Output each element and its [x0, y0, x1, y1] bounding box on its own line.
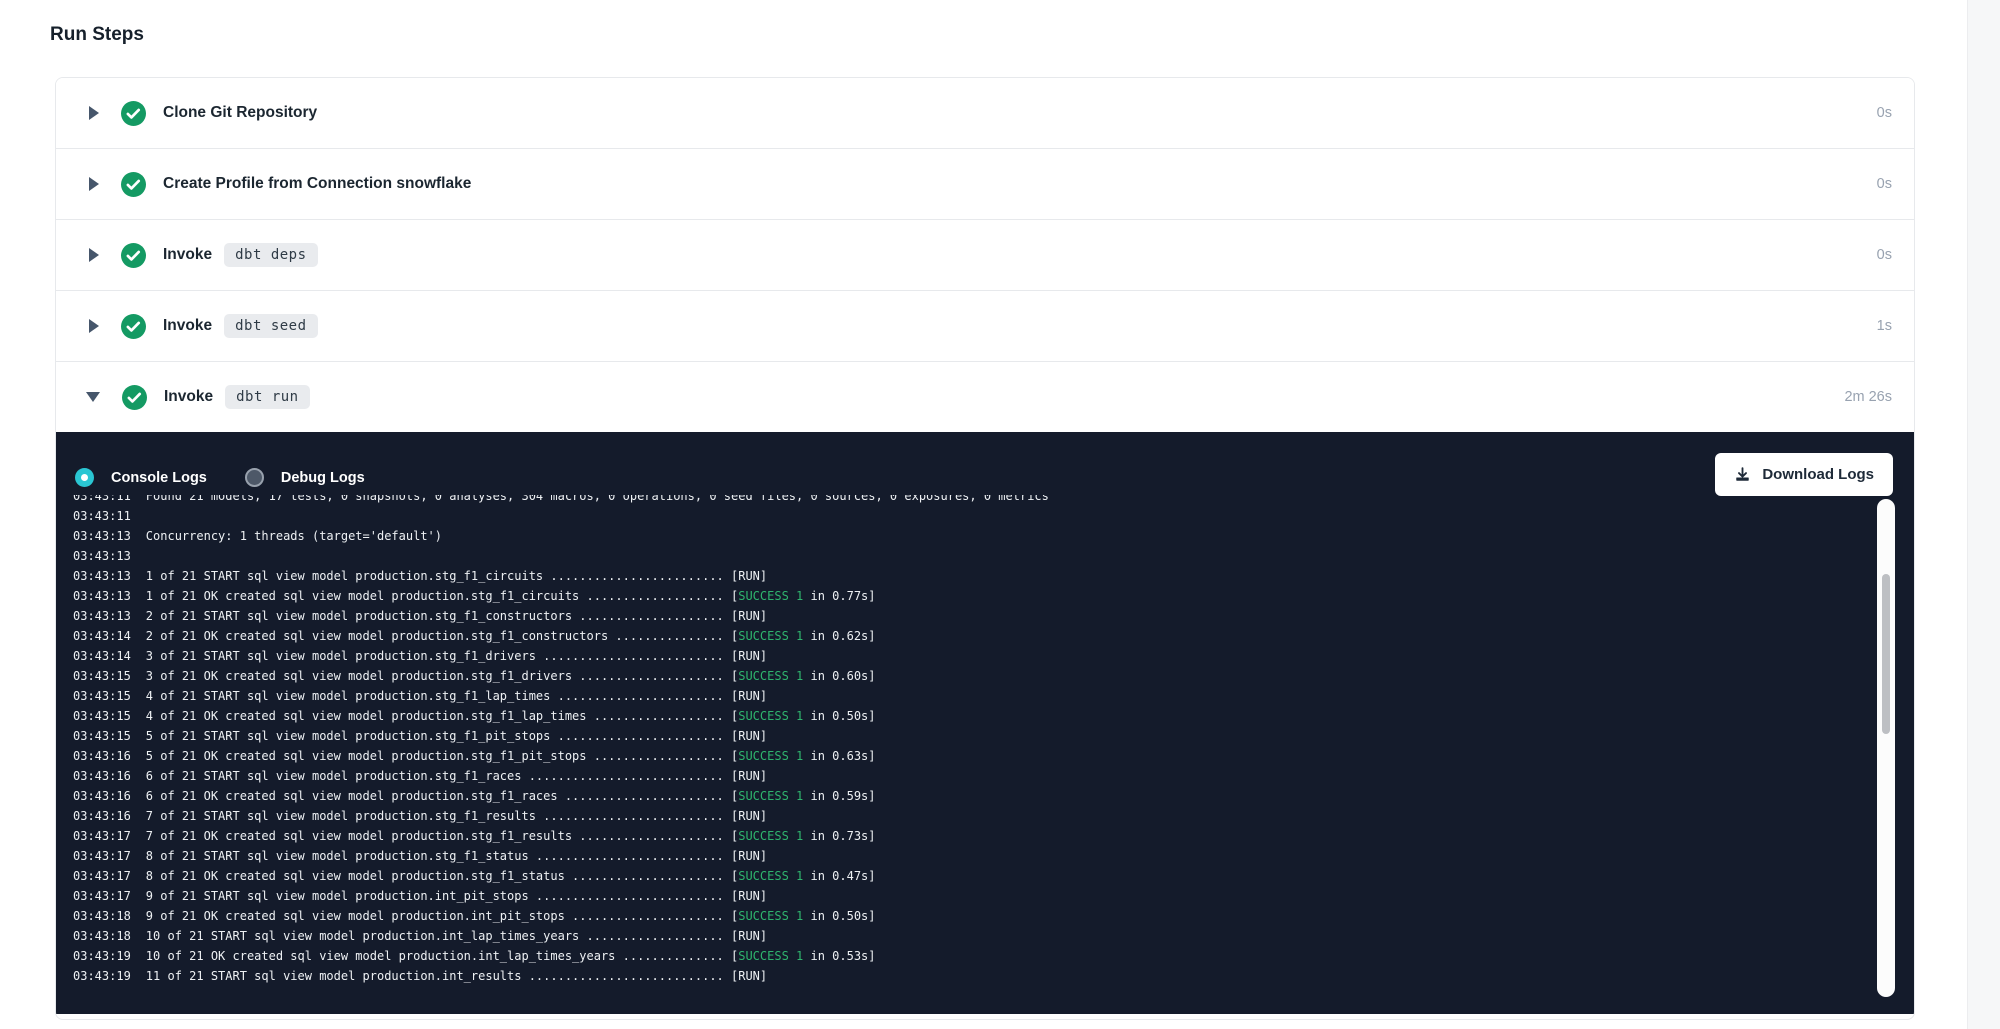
radio-label[interactable]: Console Logs: [111, 470, 207, 486]
command-chip: dbt run: [225, 385, 310, 409]
log-line: 03:43:154 of 21 START sql view model pro…: [73, 686, 1873, 706]
log-line: 03:43:178 of 21 OK created sql view mode…: [73, 866, 1873, 886]
log-line: 03:43:11Found 21 models, 17 tests, 0 sna…: [73, 495, 1873, 506]
log-scrollbar-thumb[interactable]: [1882, 574, 1890, 734]
success-check-icon: [121, 314, 146, 339]
log-line: 03:43:154 of 21 OK created sql view mode…: [73, 706, 1873, 726]
log-output[interactable]: 03:43:11Found 21 models, 17 tests, 0 sna…: [73, 495, 1873, 1011]
step-duration: 1s: [1877, 318, 1892, 334]
log-line: 03:43:1910 of 21 OK created sql view mod…: [73, 946, 1873, 966]
console-log-panel: Console Logs Debug Logs Download Logs 03…: [56, 432, 1914, 1014]
log-line: 03:43:189 of 21 OK created sql view mode…: [73, 906, 1873, 926]
log-line: 03:43:179 of 21 START sql view model pro…: [73, 886, 1873, 906]
step-label: Invoke: [163, 317, 212, 335]
step-duration: 2m 26s: [1844, 389, 1892, 405]
step-label: Clone Git Repository: [163, 104, 317, 122]
radio-console-logs[interactable]: Console Logs: [75, 468, 207, 487]
success-check-icon: [122, 385, 147, 410]
log-line: 03:43:167 of 21 START sql view model pro…: [73, 806, 1873, 826]
success-check-icon: [121, 243, 146, 268]
success-check-icon: [121, 101, 146, 126]
step-duration: 0s: [1877, 105, 1892, 121]
step-label: Invoke: [164, 388, 213, 406]
chevron-right-icon[interactable]: [89, 319, 99, 333]
log-line: 03:43:143 of 21 START sql view model pro…: [73, 646, 1873, 666]
log-scrollbar[interactable]: [1877, 499, 1895, 997]
log-line: 03:43:132 of 21 START sql view model pro…: [73, 606, 1873, 626]
command-chip: dbt seed: [224, 314, 317, 338]
step-row-invoke-dbt-run[interactable]: Invoke dbt run 2m 26s: [56, 362, 1914, 432]
log-line: 03:43:11: [73, 506, 1873, 526]
step-duration: 0s: [1877, 247, 1892, 263]
radio-unselected-icon[interactable]: [245, 468, 264, 487]
download-logs-label: Download Logs: [1762, 466, 1874, 483]
chevron-right-icon[interactable]: [89, 248, 99, 262]
log-line: 03:43:142 of 21 OK created sql view mode…: [73, 626, 1873, 646]
radio-label[interactable]: Debug Logs: [281, 470, 365, 486]
success-check-icon: [121, 172, 146, 197]
log-line: 03:43:177 of 21 OK created sql view mode…: [73, 826, 1873, 846]
step-label: Create Profile from Connection snowflake: [163, 175, 471, 193]
download-logs-button[interactable]: Download Logs: [1715, 453, 1893, 496]
log-line: 03:43:165 of 21 OK created sql view mode…: [73, 746, 1873, 766]
log-line: 03:43:131 of 21 OK created sql view mode…: [73, 586, 1873, 606]
log-line: 03:43:153 of 21 OK created sql view mode…: [73, 666, 1873, 686]
log-line: 03:43:1810 of 21 START sql view model pr…: [73, 926, 1873, 946]
step-row-invoke-dbt-deps[interactable]: Invoke dbt deps 0s: [56, 220, 1914, 291]
log-line: 03:43:1911 of 21 START sql view model pr…: [73, 966, 1873, 986]
download-icon: [1734, 466, 1751, 483]
page-title: Run Steps: [50, 24, 144, 46]
right-gutter: [1967, 0, 2000, 1029]
log-line: 03:43:131 of 21 START sql view model pro…: [73, 566, 1873, 586]
log-line: 03:43:178 of 21 START sql view model pro…: [73, 846, 1873, 866]
radio-selected-icon[interactable]: [75, 468, 94, 487]
log-line: 03:43:166 of 21 OK created sql view mode…: [73, 786, 1873, 806]
step-row-invoke-dbt-seed[interactable]: Invoke dbt seed 1s: [56, 291, 1914, 362]
step-duration: 0s: [1877, 176, 1892, 192]
log-lines: 03:43:11Found 21 models, 17 tests, 0 sna…: [73, 495, 1873, 986]
chevron-right-icon[interactable]: [89, 106, 99, 120]
chevron-right-icon[interactable]: [89, 177, 99, 191]
chevron-down-icon[interactable]: [86, 392, 100, 402]
radio-debug-logs[interactable]: Debug Logs: [245, 468, 365, 487]
log-type-radio-group: Console Logs Debug Logs: [75, 468, 365, 487]
step-row-create-profile[interactable]: Create Profile from Connection snowflake…: [56, 149, 1914, 220]
log-line: 03:43:166 of 21 START sql view model pro…: [73, 766, 1873, 786]
log-line: 03:43:13Concurrency: 1 threads (target='…: [73, 526, 1873, 546]
step-row-clone-git-repository[interactable]: Clone Git Repository 0s: [56, 78, 1914, 149]
command-chip: dbt deps: [224, 243, 317, 267]
log-line: 03:43:13: [73, 546, 1873, 566]
step-label: Invoke: [163, 246, 212, 264]
log-line: 03:43:155 of 21 START sql view model pro…: [73, 726, 1873, 746]
run-steps-card: Clone Git Repository 0s Create Profile f…: [55, 77, 1915, 1020]
